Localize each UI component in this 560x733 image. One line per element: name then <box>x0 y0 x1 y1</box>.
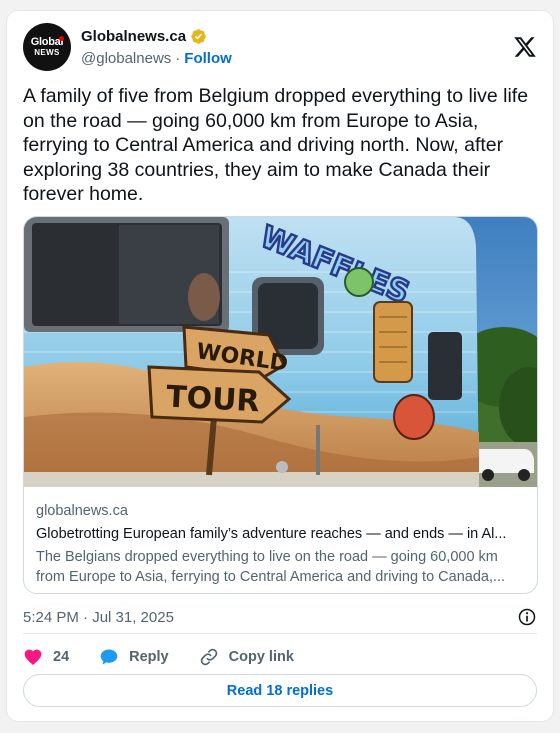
tweet-actions: 24 Reply Copy link <box>23 643 324 671</box>
link-preview-meta: globalnews.ca Globetrotting European fam… <box>36 501 525 587</box>
author-handle[interactable]: @globalnews <box>81 50 171 67</box>
divider <box>23 633 537 634</box>
avatar-logo-dot <box>59 36 64 41</box>
like-count: 24 <box>53 649 70 665</box>
link-preview-card[interactable]: WAFFLES WORLD TOUR globalnews.ca Globetr… <box>23 216 538 594</box>
avatar-logo-text-2: NEWS <box>34 48 60 57</box>
like-button[interactable]: 24 <box>23 647 69 667</box>
image-sign-text-2: TOUR <box>165 380 260 420</box>
link-description: The Belgians dropped everything to live … <box>36 547 525 587</box>
author-name[interactable]: Globalnews.ca <box>81 28 186 45</box>
reply-bubble-icon <box>100 649 118 665</box>
tweet-header: Global NEWS Globalnews.ca @globalnews · … <box>23 23 537 73</box>
link-description-line-2: from Europe to Asia, ferrying to Central… <box>36 569 506 585</box>
copy-link-label: Copy link <box>228 649 294 665</box>
tweet-text: A family of five from Belgium dropped ev… <box>23 85 529 205</box>
read-replies-button[interactable]: Read 18 replies <box>23 674 537 707</box>
link-preview-image[interactable]: WAFFLES WORLD TOUR <box>24 217 538 487</box>
follow-button[interactable]: Follow <box>184 50 232 67</box>
copy-link-button[interactable]: Copy link <box>199 647 294 667</box>
timestamp-row: 5:24 PM · Jul 31, 2025 <box>23 605 537 629</box>
tweet-embed-card: Global NEWS Globalnews.ca @globalnews · … <box>6 10 554 722</box>
author-handle-row: @globalnews · Follow <box>81 50 232 67</box>
author-name-row: Globalnews.ca <box>81 28 207 45</box>
verified-badge-icon <box>191 29 206 44</box>
reply-label: Reply <box>129 649 169 665</box>
heart-icon <box>24 649 42 665</box>
link-icon <box>200 648 217 666</box>
link-description-line-1: The Belgians dropped everything to live … <box>36 549 498 565</box>
x-logo-icon[interactable] <box>513 35 537 59</box>
reply-button[interactable]: Reply <box>99 647 169 667</box>
link-title[interactable]: Globetrotting European family’s adventur… <box>36 524 525 544</box>
tweet-timestamp[interactable]: 5:24 PM · Jul 31, 2025 <box>23 609 174 626</box>
link-domain: globalnews.ca <box>36 503 128 519</box>
avatar[interactable]: Global NEWS <box>23 23 71 71</box>
handle-separator: · <box>175 50 181 67</box>
info-icon[interactable] <box>517 607 537 627</box>
